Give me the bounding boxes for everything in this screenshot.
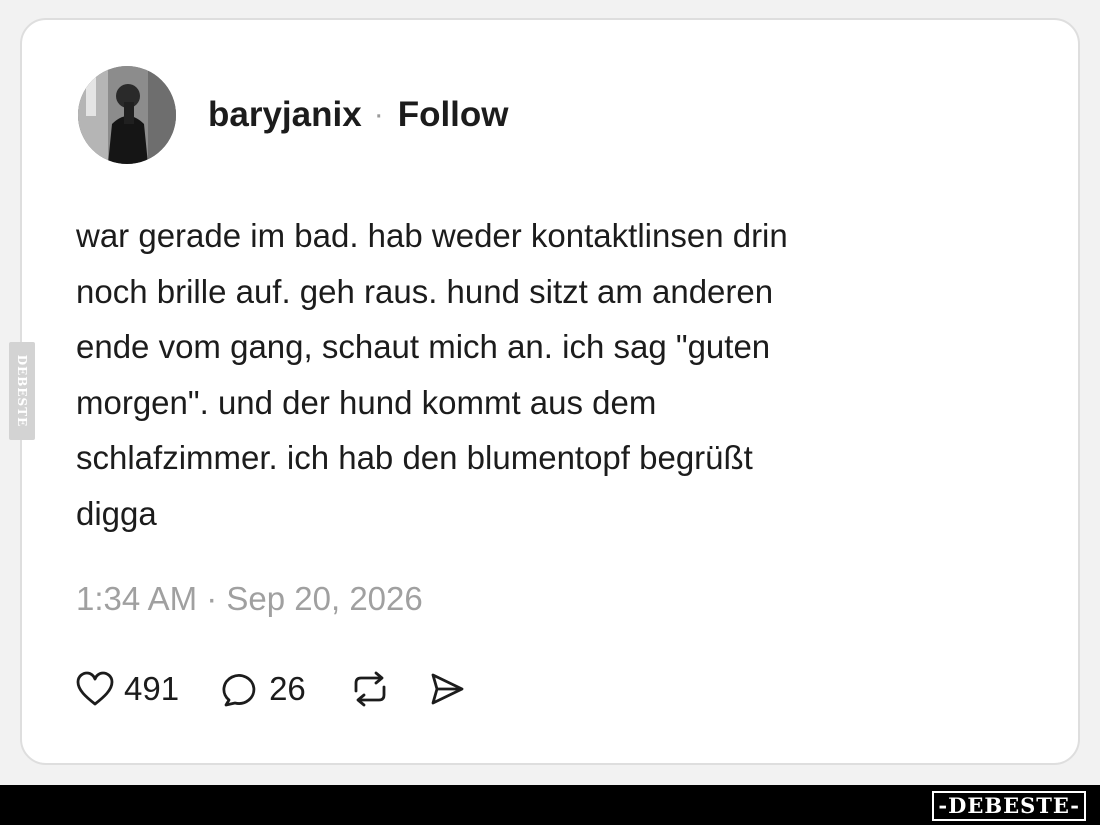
post-text: war gerade im bad. hab weder kontaktlins… (76, 217, 788, 532)
share-button[interactable] (428, 671, 466, 707)
username[interactable]: baryjanix (208, 95, 362, 135)
like-button[interactable]: 491 (76, 670, 179, 708)
side-watermark: DEBESTE (9, 342, 35, 440)
follow-button[interactable]: Follow (398, 95, 509, 135)
profile-photo (78, 66, 176, 164)
like-count: 491 (124, 670, 180, 707)
reply-count: 26 (269, 670, 306, 707)
separator-dot: · (373, 98, 384, 131)
post-card: baryjanix · Follow war gerade im bad. ha… (20, 18, 1080, 765)
footer-bar: -DEBESTE- (0, 785, 1100, 825)
repost-icon (354, 671, 386, 707)
action-bar: 491 26 (76, 664, 466, 714)
avatar[interactable] (78, 66, 176, 164)
send-icon (431, 673, 464, 705)
reply-button[interactable]: 26 (221, 670, 306, 708)
side-watermark-text: DEBESTE (15, 354, 29, 428)
repost-button[interactable] (350, 671, 390, 707)
post-header: baryjanix · Follow (78, 66, 509, 164)
post-timestamp[interactable]: 1:34 AM · Sep 20, 2026 (76, 580, 423, 618)
brand-logo: -DEBESTE- (932, 791, 1086, 821)
speech-bubble-icon (222, 674, 256, 707)
heart-icon (76, 671, 114, 706)
